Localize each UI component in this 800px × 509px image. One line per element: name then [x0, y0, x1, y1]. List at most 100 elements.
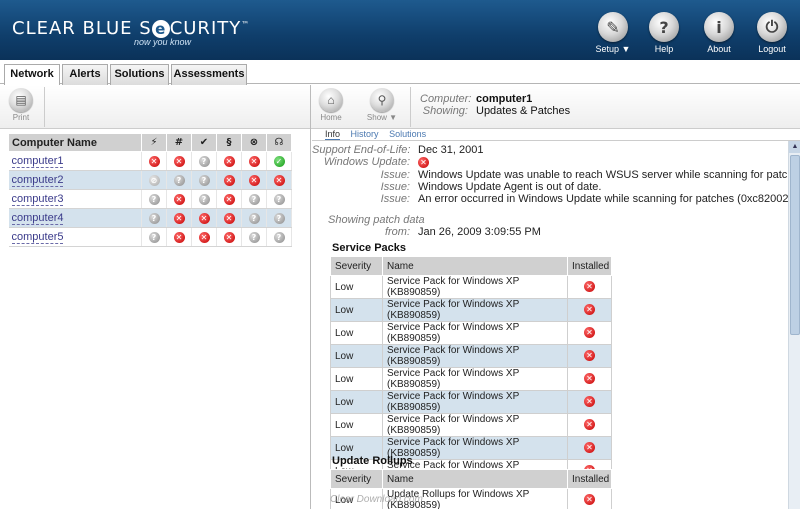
status-cell[interactable]: ?	[266, 227, 292, 247]
computer-link[interactable]: computer2	[11, 174, 64, 187]
scrollbar-thumb[interactable]	[790, 155, 800, 335]
status-cell[interactable]: ?	[191, 170, 217, 190]
status-cell[interactable]: ✕	[241, 151, 267, 171]
help-button[interactable]: ? Help	[639, 12, 689, 54]
logout-button[interactable]: ⏻ Logout	[747, 12, 797, 54]
computer-name-cell: computer5	[8, 227, 142, 247]
unknown-icon: ?	[148, 212, 160, 224]
status-cell[interactable]: ✕	[241, 170, 267, 190]
column-header-installed[interactable]: Installed	[567, 469, 612, 489]
tab-alerts[interactable]: Alerts	[62, 64, 108, 85]
computer-link[interactable]: computer4	[11, 212, 64, 225]
tab-solutions[interactable]: Solutions	[110, 64, 169, 85]
column-header-computer-name[interactable]: Computer Name	[8, 133, 142, 152]
detail-scroll-area[interactable]: Support End-of-Life: Dec 31, 2001 Windows…	[312, 141, 788, 509]
status-cell[interactable]: ✕	[266, 170, 292, 190]
scroll-up-arrow-icon[interactable]: ▲	[789, 141, 800, 153]
computer-list-panel: Computer Name ⚡ # ✔ § ⊗ ☊ computer1 ✕ ✕? ✕ ✕…	[0, 129, 300, 509]
status-cell[interactable]: ✕	[166, 208, 192, 228]
not-installed-icon: ✕	[584, 396, 595, 408]
table-row[interactable]: LowService Pack for Windows XP (KB890859…	[330, 367, 612, 391]
column-header-name[interactable]: Name	[382, 469, 568, 489]
column-header-severity[interactable]: Severity	[330, 256, 383, 276]
error-icon: ✕	[223, 231, 235, 243]
status-cell[interactable]: ?	[266, 208, 292, 228]
issue-row: Issue: An error occurred in Windows Updat…	[380, 193, 788, 205]
printer-icon: ▤	[9, 88, 33, 112]
computer-link[interactable]: computer3	[11, 193, 64, 206]
table-row[interactable]: computer3? ✕? ✕??	[8, 189, 292, 209]
table-row[interactable]: computer1 ✕ ✕? ✕ ✕ ✓	[8, 151, 292, 171]
status-cell[interactable]: ?	[241, 227, 267, 247]
status-cell[interactable]: ✕	[141, 151, 167, 171]
status-cell[interactable]: ?	[141, 208, 167, 228]
column-header-blocked[interactable]: ⊗	[241, 133, 267, 152]
status-cell[interactable]: ?	[141, 189, 167, 209]
column-header-headset[interactable]: ☊	[266, 133, 292, 152]
column-header-hash[interactable]: #	[166, 133, 192, 152]
status-cell[interactable]: ?	[241, 189, 267, 209]
subtab-history[interactable]: History	[351, 129, 379, 139]
error-icon: ✕	[223, 155, 235, 167]
tab-assessments[interactable]: Assessments	[171, 64, 247, 85]
column-header-power[interactable]: ⚡	[141, 133, 167, 152]
unknown-icon: ?	[173, 174, 185, 186]
table-row[interactable]: LowService Pack for Windows XP (KB890859…	[330, 344, 612, 368]
column-header-name[interactable]: Name	[382, 256, 568, 276]
print-button[interactable]: ▤ Print	[4, 88, 38, 122]
status-cell[interactable]: ✕	[216, 189, 242, 209]
status-cell[interactable]: ?	[141, 227, 167, 247]
status-cell[interactable]: ?	[191, 151, 217, 171]
unknown-icon: ?	[198, 155, 210, 167]
status-cell[interactable]: ⊘	[141, 170, 167, 190]
error-icon: ✕	[173, 231, 185, 243]
table-row[interactable]: computer2 ⊘?? ✕ ✕ ✕	[8, 170, 292, 190]
status-cell[interactable]: ?	[266, 189, 292, 209]
status-cell[interactable]: ✕	[191, 208, 217, 228]
subtab-info[interactable]: Info	[325, 129, 341, 140]
status-cell[interactable]: ✕	[216, 151, 242, 171]
status-cell[interactable]: ✓	[266, 151, 292, 171]
windows-update-row: Windows Update: ✕	[312, 156, 429, 168]
brand-tagline: now you know	[134, 37, 192, 47]
status-cell[interactable]: ✕	[166, 227, 192, 247]
status-cell[interactable]: ✕	[216, 170, 242, 190]
tab-network[interactable]: Network	[4, 64, 60, 86]
setup-button[interactable]: ✎ Setup ▼	[588, 12, 638, 54]
status-cell[interactable]: ✕	[216, 227, 242, 247]
about-button[interactable]: i About	[694, 12, 744, 54]
home-button[interactable]: ⌂ Home	[314, 88, 348, 122]
column-header-severity[interactable]: Severity	[330, 469, 383, 489]
not-installed-icon: ✕	[584, 327, 595, 339]
watermark: Clear Download.com	[330, 494, 423, 505]
column-header-installed[interactable]: Installed	[567, 256, 612, 276]
column-header-check[interactable]: ✔	[191, 133, 217, 152]
error-icon: ✕	[223, 212, 235, 224]
error-icon: ✕	[223, 174, 235, 186]
table-row[interactable]: computer4? ✕ ✕ ✕??	[8, 208, 292, 228]
table-row[interactable]: LowService Pack for Windows XP (KB890859…	[330, 298, 612, 322]
computer-link[interactable]: computer5	[11, 231, 64, 244]
table-row[interactable]: LowService Pack for Windows XP (KB890859…	[330, 390, 612, 414]
computer-link[interactable]: computer1	[11, 155, 64, 168]
table-row[interactable]: computer5? ✕ ✕ ✕??	[8, 227, 292, 247]
table-row[interactable]: LowService Pack for Windows XP (KB890859…	[330, 413, 612, 437]
show-button[interactable]: ⚲ Show ▼	[365, 88, 399, 122]
status-cell[interactable]: ?	[191, 189, 217, 209]
vertical-scrollbar[interactable]: ▲	[788, 141, 800, 509]
unknown-icon: ?	[148, 231, 160, 243]
column-header-section[interactable]: §	[216, 133, 242, 152]
status-cell[interactable]: ?	[166, 170, 192, 190]
subtab-solutions[interactable]: Solutions	[389, 129, 426, 139]
table-row[interactable]: LowService Pack for Windows XP (KB890859…	[330, 321, 612, 345]
patch-name-cell: Service Pack for Windows XP (KB890859)	[382, 275, 568, 299]
blocked-icon: ⊗	[249, 137, 259, 148]
panel-splitter[interactable]	[310, 85, 311, 509]
table-row[interactable]: LowService Pack for Windows XP (KB890859…	[330, 275, 612, 299]
status-cell[interactable]: ✕	[216, 208, 242, 228]
status-cell[interactable]: ✕	[166, 151, 192, 171]
error-icon: ✕	[273, 174, 285, 186]
status-cell[interactable]: ?	[241, 208, 267, 228]
status-cell[interactable]: ✕	[166, 189, 192, 209]
status-cell[interactable]: ✕	[191, 227, 217, 247]
